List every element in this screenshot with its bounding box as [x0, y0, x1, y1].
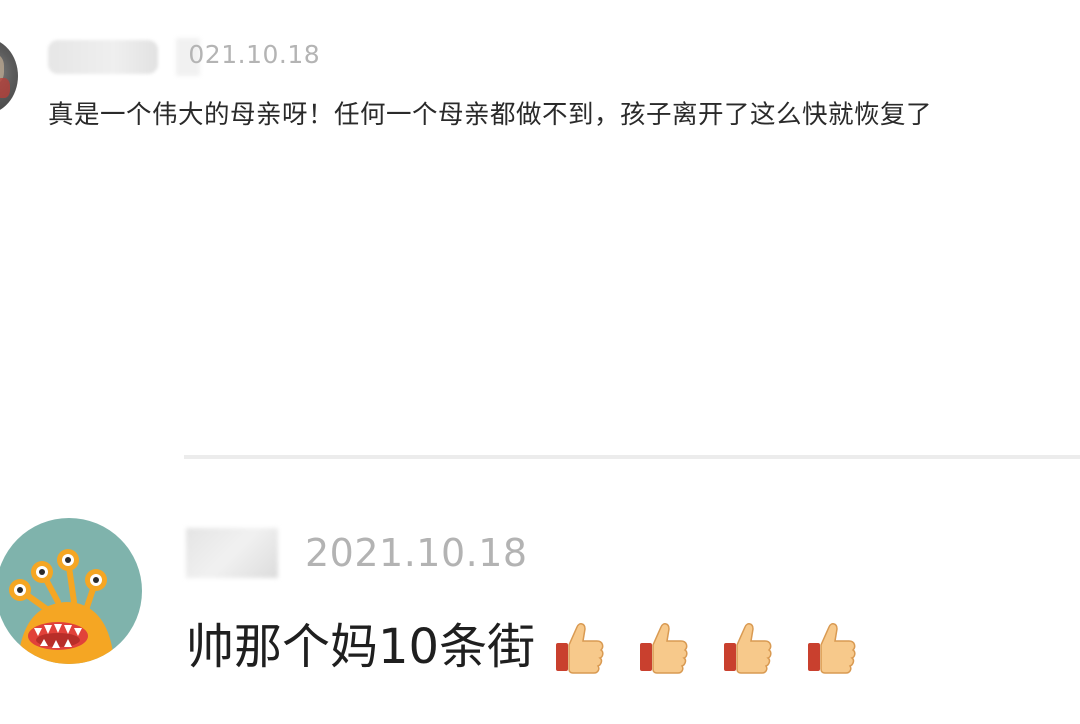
avatar[interactable]: [0, 518, 142, 664]
thumbs-up-icon: [556, 623, 604, 674]
thumbs-up-icon: [808, 623, 856, 674]
thumbs-up-icon: [724, 623, 772, 674]
thumbs-up-icon: [640, 623, 688, 674]
comment-body: 帅那个妈10条街: [186, 612, 889, 682]
comment-date: 2021.10.18: [305, 531, 528, 575]
comment-divider: [184, 455, 1080, 459]
comment-text: 帅那个妈10条街: [186, 619, 536, 675]
username-blurred[interactable]: [186, 528, 278, 578]
emoji-row: [553, 619, 889, 675]
username-blurred[interactable]: [48, 40, 158, 74]
avatar[interactable]: [0, 38, 18, 114]
comment-text: 真是一个伟大的母亲呀！任何一个母亲都做不到，孩子离开了这么快就恢复了: [48, 100, 933, 130]
comment-date: 2021.10.18: [186, 40, 318, 69]
